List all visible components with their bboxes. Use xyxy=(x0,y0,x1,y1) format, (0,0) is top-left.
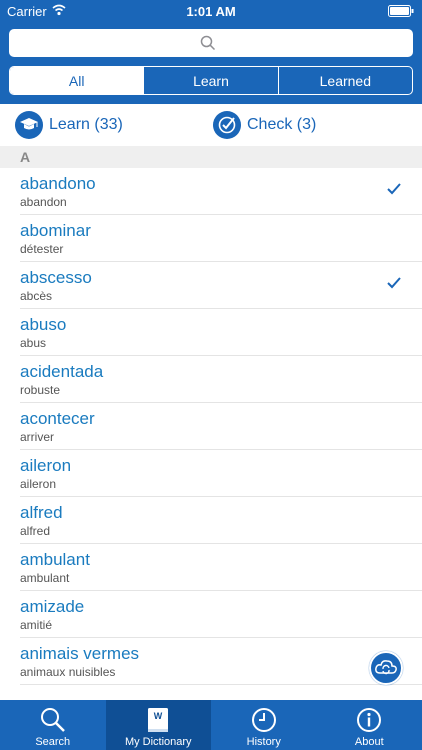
list-item[interactable]: abscesso abcès xyxy=(20,262,422,309)
list-item[interactable]: abominar détester xyxy=(20,215,422,262)
status-time: 1:01 AM xyxy=(186,4,236,19)
translation-text: robuste xyxy=(20,383,61,397)
search-icon xyxy=(200,35,216,51)
book-icon: W xyxy=(148,708,169,732)
tab-history[interactable]: History xyxy=(211,700,317,750)
translation-text: arriver xyxy=(20,430,55,444)
word-text: acontecer xyxy=(20,409,95,428)
cloud-sync-button[interactable] xyxy=(369,651,403,685)
word-text: abandono xyxy=(20,174,96,193)
translation-text: amitié xyxy=(20,618,53,632)
clock-icon xyxy=(251,708,276,732)
filter-segmented-control: All Learn Learned xyxy=(9,66,413,95)
checkmark-icon xyxy=(387,183,401,195)
translation-text: abcès xyxy=(20,289,53,303)
tab-about[interactable]: About xyxy=(317,700,422,750)
word-text: ambulant xyxy=(20,550,90,569)
check-circle-icon xyxy=(213,111,241,139)
cloud-sync-icon xyxy=(375,660,397,675)
tab-search[interactable]: Search xyxy=(0,700,106,750)
section-header: A xyxy=(0,146,422,168)
segment-learned[interactable]: Learned xyxy=(277,67,412,94)
search-input[interactable] xyxy=(9,29,413,57)
graduation-cap-icon xyxy=(15,111,43,139)
tab-label: About xyxy=(354,736,384,748)
top-bar: Carrier 1:01 AM All Learn Learned xyxy=(0,0,422,104)
word-text: animais vermes xyxy=(20,644,140,663)
list-item[interactable]: acidentada robuste xyxy=(20,356,422,403)
list-item[interactable]: abuso abus xyxy=(20,309,422,356)
battery-icon xyxy=(388,5,414,17)
checkmark-icon xyxy=(387,277,401,289)
word-text: abscesso xyxy=(20,268,92,287)
tab-my-dictionary[interactable]: W My Dictionary xyxy=(105,700,211,750)
check-button-label: Check (3) xyxy=(247,116,317,133)
learn-button[interactable]: Learn (33) xyxy=(15,111,123,139)
translation-text: abus xyxy=(20,336,47,350)
list-item[interactable]: acontecer arriver xyxy=(20,403,422,450)
list-item[interactable]: amizade amitié xyxy=(20,591,422,638)
translation-text: ambulant xyxy=(20,571,70,585)
list-item[interactable]: ambulant ambulant xyxy=(20,544,422,591)
translation-text: détester xyxy=(20,242,64,256)
list-item[interactable]: abandono abandon xyxy=(20,168,422,215)
check-button[interactable]: Check (3) xyxy=(213,111,316,139)
tab-label: Search xyxy=(35,736,71,748)
word-text: amizade xyxy=(20,597,85,616)
svg-text:W: W xyxy=(154,711,163,721)
word-text: alfred xyxy=(20,503,63,522)
status-bar: Carrier 1:01 AM xyxy=(0,0,422,22)
action-bar: Learn (33) Check (3) xyxy=(0,104,422,146)
word-text: acidentada xyxy=(20,362,104,381)
search-icon xyxy=(40,708,65,732)
translation-text: animaux nuisibles xyxy=(20,665,116,679)
translation-text: aileron xyxy=(20,477,57,491)
tab-label: History xyxy=(246,736,281,748)
tab-label: My Dictionary xyxy=(124,736,192,748)
translation-text: abandon xyxy=(20,195,67,209)
word-text: aileron xyxy=(20,456,72,475)
info-icon xyxy=(357,708,382,732)
tab-bar: Search W My Dictionary History About xyxy=(0,700,422,750)
list-item[interactable]: aileron aileron xyxy=(20,450,422,497)
word-list: abandono abandon abominar détester absce… xyxy=(0,168,422,685)
word-text: abominar xyxy=(20,221,91,240)
word-text: abuso xyxy=(20,315,67,334)
segment-learn[interactable]: Learn xyxy=(143,67,277,94)
list-item[interactable]: alfred alfred xyxy=(20,497,422,544)
translation-text: alfred xyxy=(20,524,51,538)
learn-button-label: Learn (33) xyxy=(49,116,123,133)
segment-all[interactable]: All xyxy=(10,67,144,94)
list-item[interactable]: animais vermes animaux nuisibles xyxy=(20,638,422,685)
